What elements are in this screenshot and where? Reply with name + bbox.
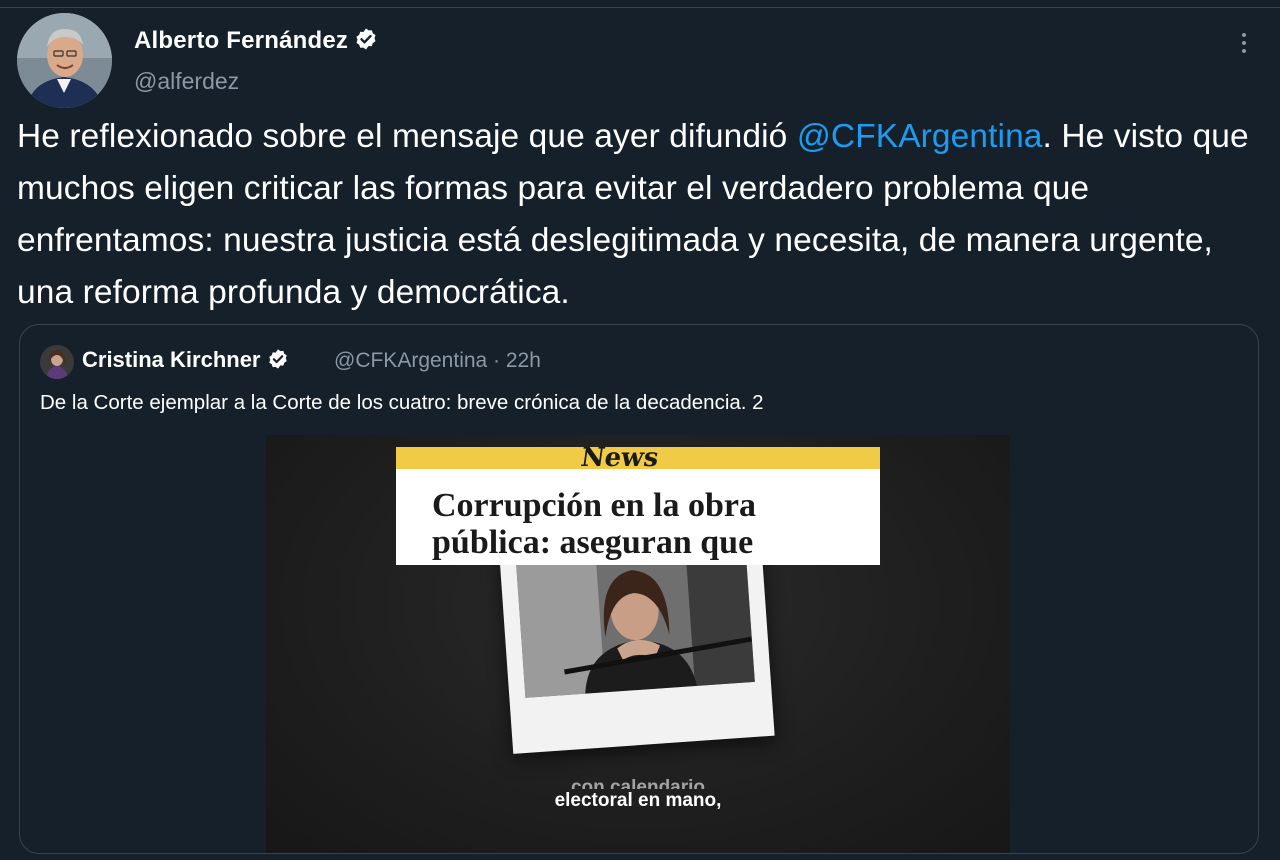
quoted-author-name[interactable]: Cristina Kirchner [82, 347, 261, 372]
photo-image [516, 547, 755, 698]
quoted-avatar-photo [40, 345, 74, 379]
verified-badge-icon [267, 348, 289, 376]
mention-link[interactable]: @CFKArgentina [797, 118, 1043, 155]
quoted-tweet-text: De la Corte ejemplar a la Corte de los c… [40, 391, 764, 414]
news-banner-strip: News [396, 443, 880, 473]
top-divider [0, 0, 1280, 8]
quoted-media-video[interactable]: News Corrupción en la obra pública: aseg… [266, 435, 1010, 853]
caption-partial-line: con calendario [570, 777, 706, 789]
more-options-button[interactable] [1232, 28, 1256, 58]
headline-card: Corrupción en la obra pública: aseguran … [396, 469, 880, 565]
author-avatar[interactable] [17, 13, 112, 108]
quoted-author-name-row[interactable]: Cristina Kirchner [82, 347, 289, 376]
verified-badge-icon [354, 27, 378, 58]
author-handle[interactable]: @alferdez [134, 68, 239, 95]
tweet-text: He reflexionado sobre el mensaje que aye… [17, 111, 1267, 319]
quoted-handle-time[interactable]: @CFKArgentina · 22h [334, 349, 541, 373]
author-name[interactable]: Alberto Fernández [134, 27, 348, 54]
quoted-author-avatar[interactable] [40, 345, 74, 379]
avatar-photo [17, 13, 112, 108]
quoted-tweet-card[interactable]: Cristina Kirchner @CFKArgentina · 22h De… [19, 324, 1259, 854]
tweet-text-part-1: He reflexionado sobre el mensaje que aye… [17, 118, 797, 155]
more-vertical-icon [1242, 33, 1246, 37]
caption-line: electoral en mano, [554, 790, 722, 811]
polaroid-photo-frame [499, 536, 775, 754]
video-caption: con calendario electoral en mano, [266, 775, 1010, 813]
author-name-row[interactable]: Alberto Fernández [134, 27, 378, 58]
news-headline: Corrupción en la obra pública: aseguran … [432, 487, 756, 561]
